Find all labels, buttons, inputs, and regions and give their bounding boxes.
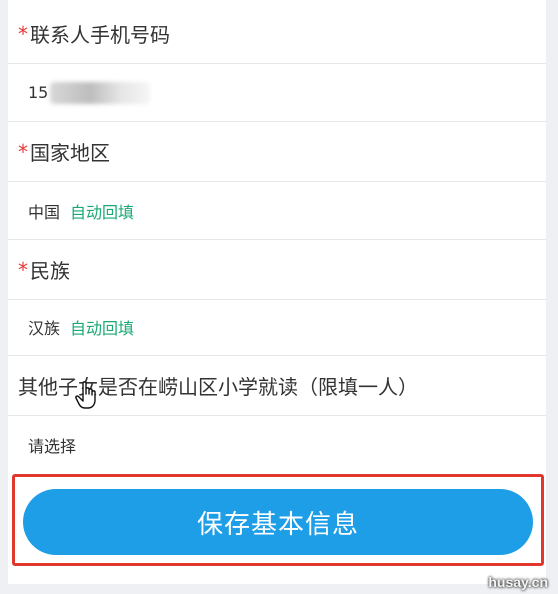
contact-phone-label: 联系人手机号码 xyxy=(30,23,170,47)
contact-phone-value: 15 xyxy=(28,83,49,102)
auto-fill-tag: 自动回填 xyxy=(70,202,135,222)
phone-redaction-blur xyxy=(50,81,151,104)
auto-fill-tag: 自动回填 xyxy=(70,318,135,338)
country-label: 国家地区 xyxy=(30,141,110,165)
watermark: husay.cn xyxy=(488,574,548,590)
hand-pointer-icon xyxy=(75,381,96,409)
sibling-school-placeholder: 请选择 xyxy=(28,437,77,456)
required-mark: * xyxy=(18,257,28,282)
ethnicity-label: 民族 xyxy=(30,259,70,283)
country-field[interactable]: 中国 自动回填 xyxy=(8,182,546,240)
contact-phone-label-row: * 联系人手机号码 xyxy=(8,4,546,64)
sibling-school-select[interactable]: 请选择 xyxy=(8,416,546,474)
country-label-row: * 国家地区 xyxy=(8,122,546,182)
ethnicity-value: 汉族 xyxy=(28,318,61,338)
ethnicity-field[interactable]: 汉族 自动回填 xyxy=(8,298,546,356)
required-mark: * xyxy=(18,21,28,46)
basic-info-form: * 联系人手机号码 15 * 国家地区 中国 自动回填 * 民族 汉族 自动回填 xyxy=(8,0,546,584)
country-value: 中国 xyxy=(28,202,61,222)
page: * 联系人手机号码 15 * 国家地区 中国 自动回填 * 民族 汉族 自动回填 xyxy=(0,0,558,594)
required-mark: * xyxy=(18,139,28,164)
contact-phone-field[interactable]: 15 xyxy=(8,64,546,122)
save-button-highlight: 保存基本信息 xyxy=(12,474,544,566)
save-basic-info-button[interactable]: 保存基本信息 xyxy=(23,489,533,555)
ethnicity-label-row: * 民族 xyxy=(8,240,546,300)
